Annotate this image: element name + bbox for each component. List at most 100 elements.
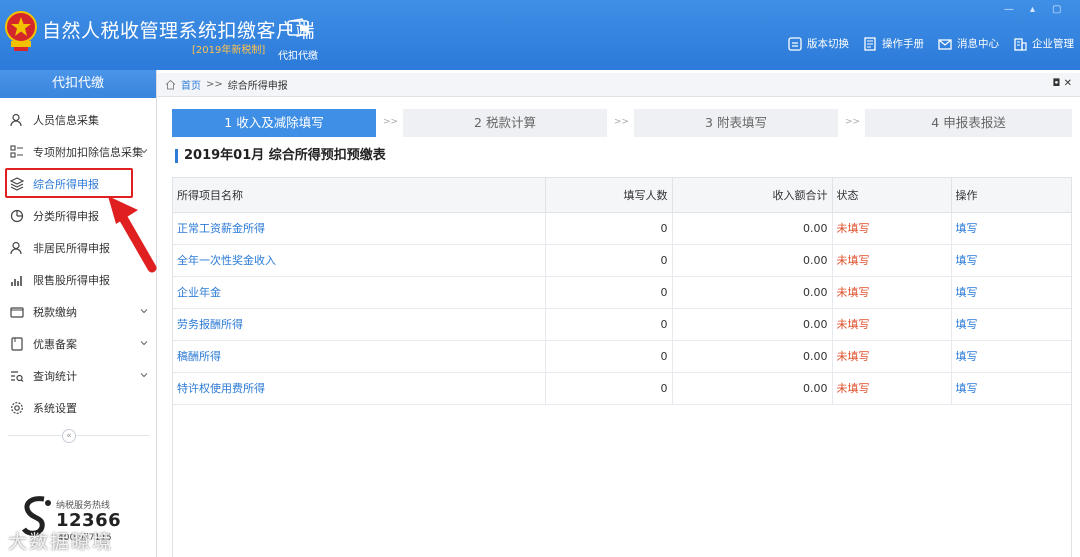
table-row: 特许权使用费所得 0 0.00 未填写 填写 xyxy=(173,372,1071,405)
income-item-link[interactable]: 特许权使用费所得 xyxy=(177,382,265,395)
sidebar-item-label: 人员信息采集 xyxy=(33,114,99,127)
count-cell: 0 xyxy=(545,308,673,341)
manual-icon xyxy=(864,36,876,51)
annotation-arrow-icon xyxy=(108,196,157,273)
status-cell: 未填写 xyxy=(832,340,952,373)
step-attachment[interactable]: 3 附表填写 xyxy=(634,109,838,137)
sidebar-item-query-statistics[interactable]: 查询统计 xyxy=(0,360,156,392)
chevron-down-icon xyxy=(140,373,148,378)
step-separator: >> xyxy=(845,117,861,127)
chevron-down-icon xyxy=(140,341,148,346)
grid-list-icon xyxy=(10,145,23,158)
breadcrumb-separator: >> xyxy=(206,79,223,90)
switch-icon xyxy=(788,36,802,51)
income-table: 所得项目名称 填写人数 收入额合计 状态 操作 正常工资薪金所得 0 0.00 … xyxy=(172,177,1072,557)
person-icon xyxy=(10,241,22,255)
wallet-icon xyxy=(287,18,309,36)
gear-icon xyxy=(11,402,23,414)
income-item-link[interactable]: 企业年金 xyxy=(177,286,221,299)
status-cell: 未填写 xyxy=(832,276,952,309)
sidebar-item-label: 优惠备案 xyxy=(33,338,77,351)
step-tax-calculation[interactable]: 2 税款计算 xyxy=(403,109,607,137)
sidebar-item-special-deduction[interactable]: 专项附加扣除信息采集 xyxy=(0,136,156,168)
count-cell: 0 xyxy=(545,276,673,309)
income-item-link[interactable]: 全年一次性奖金收入 xyxy=(177,254,276,267)
count-cell: 0 xyxy=(545,212,673,245)
minimize-icon[interactable]: — xyxy=(1004,4,1014,15)
income-cell: 0.00 xyxy=(672,276,833,309)
sidebar-divider xyxy=(8,435,150,436)
col-header-item-name: 所得项目名称 xyxy=(173,178,546,213)
tab-close-controls[interactable]: ◘ ✕ xyxy=(1053,78,1072,89)
step-separator: >> xyxy=(383,117,399,127)
report-title: 2019年01月 综合所得预扣预缴表 xyxy=(175,149,386,163)
fill-link[interactable]: 填写 xyxy=(956,350,978,363)
step-income-deduction[interactable]: 1 收入及减除填写 xyxy=(172,109,376,137)
app-header: 自然人税收管理系统扣缴客户端 [2019年新税制] 代扣代缴 — ▴ ▢ 版本切… xyxy=(0,0,1080,70)
sidebar-item-system-settings[interactable]: 系统设置 xyxy=(0,392,156,424)
fill-link[interactable]: 填写 xyxy=(956,318,978,331)
bar-chart-icon xyxy=(11,276,22,286)
status-cell: 未填写 xyxy=(832,372,952,405)
person-icon xyxy=(10,113,22,127)
home-icon xyxy=(165,79,176,90)
sidebar-item-label: 税款缴纳 xyxy=(33,306,77,319)
building-icon xyxy=(1014,37,1027,51)
income-item-link[interactable]: 劳务报酬所得 xyxy=(177,318,243,331)
status-cell: 未填写 xyxy=(832,308,952,341)
sidebar-item-label: 专项附加扣除信息采集 xyxy=(33,146,143,159)
step-submit-report[interactable]: 4 申报表报送 xyxy=(865,109,1072,137)
message-center-label: 消息中心 xyxy=(957,38,999,50)
income-cell: 0.00 xyxy=(672,244,833,277)
enterprise-manage-link[interactable]: 企业管理 xyxy=(1013,36,1074,51)
version-switch-label: 版本切换 xyxy=(807,38,849,50)
table-row: 稿酬所得 0 0.00 未填写 填写 xyxy=(173,340,1071,373)
manual-link[interactable]: 操作手册 xyxy=(863,36,924,51)
income-item-link[interactable]: 稿酬所得 xyxy=(177,350,221,363)
mail-icon xyxy=(938,38,952,50)
step-separator: >> xyxy=(614,117,630,127)
module-withholding-button[interactable]: 代扣代缴 xyxy=(272,18,324,66)
sidebar-item-label: 分类所得申报 xyxy=(33,210,99,223)
pie-icon xyxy=(10,209,24,223)
count-cell: 0 xyxy=(545,244,673,277)
header-links: 版本切换 操作手册 消息中心 企业管理 xyxy=(788,36,1074,51)
table-row: 全年一次性奖金收入 0 0.00 未填写 填写 xyxy=(173,244,1071,277)
sidebar-item-label: 系统设置 xyxy=(33,402,77,415)
window-menu-icon[interactable]: ▴ xyxy=(1030,4,1035,15)
sidebar-heading: 代扣代缴 xyxy=(0,70,156,98)
message-center-link[interactable]: 消息中心 xyxy=(938,36,999,51)
search-list-icon xyxy=(11,371,24,382)
count-cell: 0 xyxy=(545,340,673,373)
sidebar: 代扣代缴 人员信息采集 专项附加扣除信息采集 综合所得申报 分类所得申报 非居民… xyxy=(0,70,157,557)
fill-link[interactable]: 填写 xyxy=(956,254,978,267)
income-cell: 0.00 xyxy=(672,308,833,341)
table-row: 企业年金 0 0.00 未填写 填写 xyxy=(173,276,1071,309)
document-icon xyxy=(11,337,23,351)
breadcrumb: 首页 >> 综合所得申报 ◘ ✕ xyxy=(157,73,1080,97)
breadcrumb-current: 综合所得申报 xyxy=(227,81,288,92)
version-switch-link[interactable]: 版本切换 xyxy=(788,36,849,51)
sidebar-collapse-button[interactable]: « xyxy=(62,429,76,443)
income-item-link[interactable]: 正常工资薪金所得 xyxy=(177,222,265,235)
wallet-icon xyxy=(10,307,24,318)
sidebar-item-label: 限售股所得申报 xyxy=(33,274,110,287)
income-cell: 0.00 xyxy=(672,340,833,373)
chevron-down-icon xyxy=(140,149,148,154)
watermark-text: 大数据瞭境 xyxy=(8,531,114,553)
restore-icon[interactable]: ▢ xyxy=(1052,4,1061,15)
chevron-down-icon xyxy=(140,309,148,314)
fill-link[interactable]: 填写 xyxy=(956,382,978,395)
sidebar-item-tax-payment[interactable]: 税款缴纳 xyxy=(0,296,156,328)
fill-link[interactable]: 填写 xyxy=(956,222,978,235)
sidebar-item-personnel[interactable]: 人员信息采集 xyxy=(0,104,156,136)
fill-link[interactable]: 填写 xyxy=(956,286,978,299)
table-row: 劳务报酬所得 0 0.00 未填写 填写 xyxy=(173,308,1071,341)
col-header-operation: 操作 xyxy=(951,178,1071,213)
col-header-count: 填写人数 xyxy=(545,178,673,213)
sidebar-item-preferential-filing[interactable]: 优惠备案 xyxy=(0,328,156,360)
col-header-status: 状态 xyxy=(832,178,952,213)
step-progress: 1 收入及减除填写 >> 2 税款计算 >> 3 附表填写 >> 4 申报表报送 xyxy=(172,109,1072,137)
app-subtitle: [2019年新税制] xyxy=(192,45,266,56)
breadcrumb-home-link[interactable]: 首页 xyxy=(181,77,201,92)
